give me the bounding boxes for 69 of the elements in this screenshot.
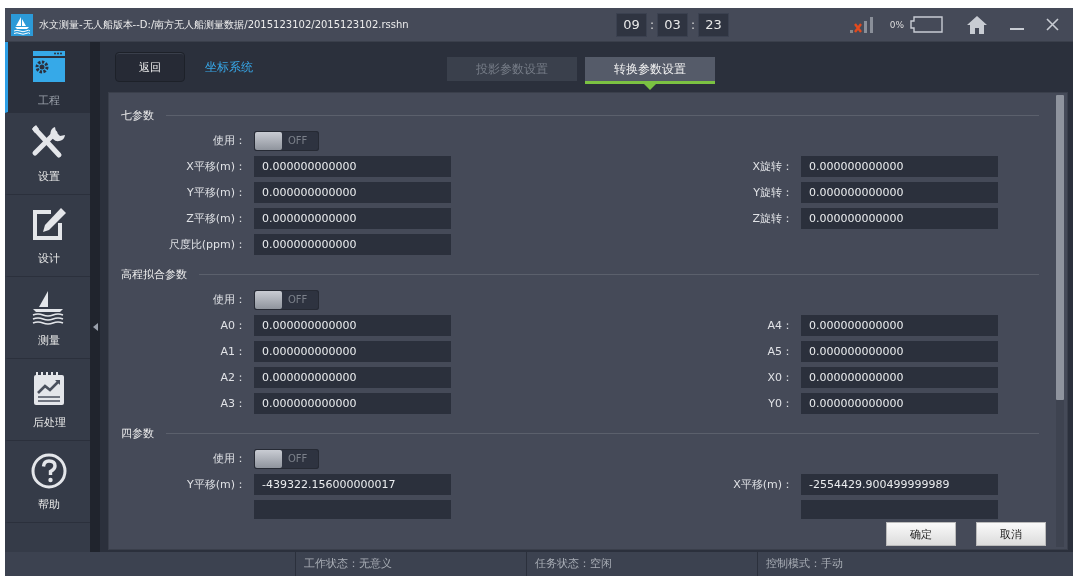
clock-separator: : [691,17,696,32]
input-field[interactable]: 0.000000000000 [801,315,998,336]
signal-icon [849,15,876,34]
field-label: X旋转： [751,159,794,174]
status-text: 任务状态：空闲 [526,552,757,576]
status-text: 控制模式：手动 [757,552,988,576]
input-field[interactable]: 0.000000000000 [801,341,998,362]
input-field[interactable]: -2554429.900499999989 [801,474,998,495]
input-field[interactable] [254,500,451,519]
field-label: Y平移(m)： [185,477,247,492]
field-label: Y平移(m)： [185,185,247,200]
battery-percent: 0% [889,19,904,30]
field-label: X平移(m)： [732,477,794,492]
input-field[interactable]: 0.000000000000 [801,393,998,414]
input-field[interactable]: 0.000000000000 [254,156,451,177]
field-label: X平移(m)： [185,159,247,174]
tab[interactable]: 转换参数设置 [585,56,715,84]
minimize-icon[interactable] [1010,28,1024,31]
section-title: 高程拟合参数 [121,266,187,282]
input-field[interactable]: 0.000000000000 [254,367,451,388]
input-field[interactable]: 0.000000000000 [254,208,451,229]
input-field[interactable] [801,500,998,519]
sidebar-item[interactable]: 工程 [5,42,90,113]
field-label: 使用： [212,133,247,148]
back-button[interactable]: 返回 [115,52,185,82]
input-field[interactable]: 0.000000000000 [254,234,451,255]
collapse-arrow-icon[interactable] [92,323,98,331]
tab-pointer-icon [644,83,656,90]
input-field[interactable]: 0.000000000000 [801,156,998,177]
section-title: 四参数 [121,425,154,441]
section-title: 七参数 [121,107,154,123]
boat-logo-icon [11,13,33,36]
input-field[interactable]: 0.000000000000 [801,208,998,229]
input-field[interactable]: 0.000000000000 [801,367,998,388]
home-icon[interactable] [966,14,988,35]
field-label: A0： [219,318,247,333]
field-label: 使用： [212,451,247,466]
field-label: A1： [219,344,247,359]
field-label: Y旋转： [752,185,794,200]
field-label: Z旋转： [751,211,794,226]
sidebar-item[interactable]: 后处理 [5,359,90,441]
input-field[interactable]: 0.000000000000 [254,393,451,414]
field-label: Z平移(m)： [185,211,247,226]
clock-separator: : [650,17,655,32]
clock-digits: 03 [657,12,689,37]
scrollbar[interactable] [1056,95,1064,547]
status-text: 工作状态：无意义 [295,552,526,576]
input-field[interactable]: 0.000000000000 [254,182,451,203]
field-label: 尺度比(ppm)： [167,237,247,252]
field-label: Y0： [767,396,794,411]
field-label: 使用： [212,292,247,307]
window-title: 水文测量-无人船版本--D:/南方无人船测量数据/2015123102/2015123102.rsshn [39,17,410,32]
close-icon[interactable] [1046,18,1059,31]
input-field[interactable]: 0.000000000000 [254,315,451,336]
clock-digits: 23 [698,12,730,37]
help-icon [29,451,69,491]
field-label: A5： [766,344,794,359]
clock-digits: 09 [616,12,647,37]
dialog-button[interactable]: 确定 [886,522,956,546]
field-label: X0： [766,370,794,385]
field-label: A3： [219,396,247,411]
field-label: A4： [766,318,794,333]
field-label: A2： [219,370,247,385]
battery-icon [910,16,944,33]
input-field[interactable]: 0.000000000000 [254,341,451,362]
dialog-button[interactable]: 取消 [976,522,1046,546]
input-field[interactable]: 0.000000000000 [801,182,998,203]
input-field[interactable]: -439322.156000000017 [254,474,451,495]
breadcrumb-title: 坐标系统 [205,58,253,76]
